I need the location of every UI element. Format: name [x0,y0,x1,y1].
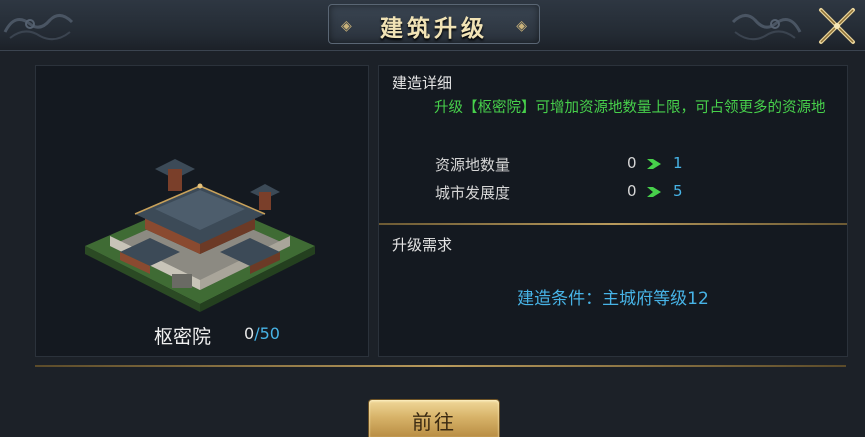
requirement-condition: 建造条件：主城府等级12 [517,289,709,309]
stat-to-value: 1 [673,154,683,172]
building-panel: 枢密院 0/50 [35,65,369,357]
building-count: 0/50 [244,324,280,343]
building-count-current: 0 [244,324,255,343]
details-panel: 建造详细 升级【枢密院】可增加资源地数量上限，可占领更多的资源地 资源地数量 0… [378,65,848,357]
section-divider [379,223,847,225]
arrow-right-icon [647,187,661,197]
title-plate: ◈ 建筑升级 ◈ [328,4,540,44]
page-title: 建筑升级 [380,15,488,42]
building-count-max: 50 [259,324,280,343]
stat-to-value: 5 [673,182,683,200]
title-bar: ◈ 建筑升级 ◈ [0,0,865,51]
arrow-right-icon [647,159,661,169]
bottom-divider [35,365,846,367]
section-title-requirements: 升级需求 [392,236,453,254]
cloud-ornament-right-icon [731,14,802,41]
stat-row-resource-count: 资源地数量 0 1 [435,154,735,174]
crossed-swords-close-icon [819,8,855,44]
go-button[interactable]: 前往 [368,399,500,437]
stat-from-value: 0 [627,182,637,200]
stat-row-city-development: 城市发展度 0 5 [435,182,735,202]
go-button-label: 前往 [412,410,456,434]
building-name: 枢密院 [154,326,212,348]
close-button[interactable] [815,4,859,48]
title-ornament-right-icon: ◈ [516,18,527,34]
cloud-ornament-left-icon [3,14,74,41]
upgrade-description: 升级【枢密院】可增加资源地数量上限，可占领更多的资源地 [434,100,826,116]
stat-label: 城市发展度 [435,184,511,202]
section-title-details: 建造详细 [392,74,453,92]
stat-from-value: 0 [627,154,637,172]
stat-label: 资源地数量 [435,156,511,174]
palace-building-icon [85,159,315,312]
